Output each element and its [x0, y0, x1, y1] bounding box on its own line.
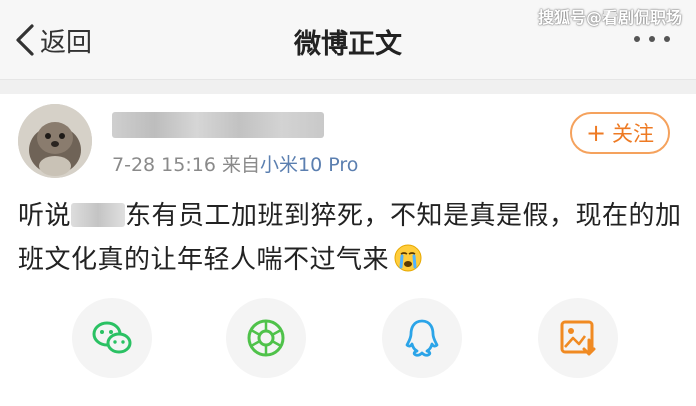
top-nav-bar: 返回 微博正文 搜狐号@看剧侃职场: [0, 0, 696, 80]
post-source-device[interactable]: 小米10 Pro: [260, 154, 358, 176]
follow-label: 关注: [612, 122, 655, 146]
wechat-icon: [92, 321, 132, 354]
post-text: 听说 东有员工加班到猝死，不知是真是假，现在的加班文化真的让年轻人喘不过气来: [18, 194, 684, 282]
username-blurred[interactable]: [112, 112, 324, 138]
watermark: 搜狐号@看剧侃职场: [537, 8, 682, 27]
share-moments-button[interactable]: [226, 298, 306, 378]
section-separator: [0, 80, 696, 94]
more-options-icon[interactable]: [634, 36, 670, 42]
follow-button[interactable]: + 关注: [570, 112, 670, 154]
share-wechat-button[interactable]: [72, 298, 152, 378]
plus-icon: +: [585, 119, 607, 147]
post-meta: 7-28 15:16 来自小米10 Pro: [112, 150, 358, 177]
post-text-part1: 听说: [18, 201, 72, 231]
save-image-icon: [560, 320, 596, 356]
crying-face-icon: [394, 244, 422, 272]
post-source-prefix: 来自: [221, 154, 260, 176]
redacted-text-blur: [71, 203, 126, 227]
share-qq-button[interactable]: [382, 298, 462, 378]
save-image-button[interactable]: [538, 298, 618, 378]
avatar[interactable]: [18, 104, 92, 178]
qq-icon: [405, 319, 439, 357]
post-timestamp: 7-28 15:16: [112, 154, 216, 176]
moments-icon: [247, 319, 285, 357]
